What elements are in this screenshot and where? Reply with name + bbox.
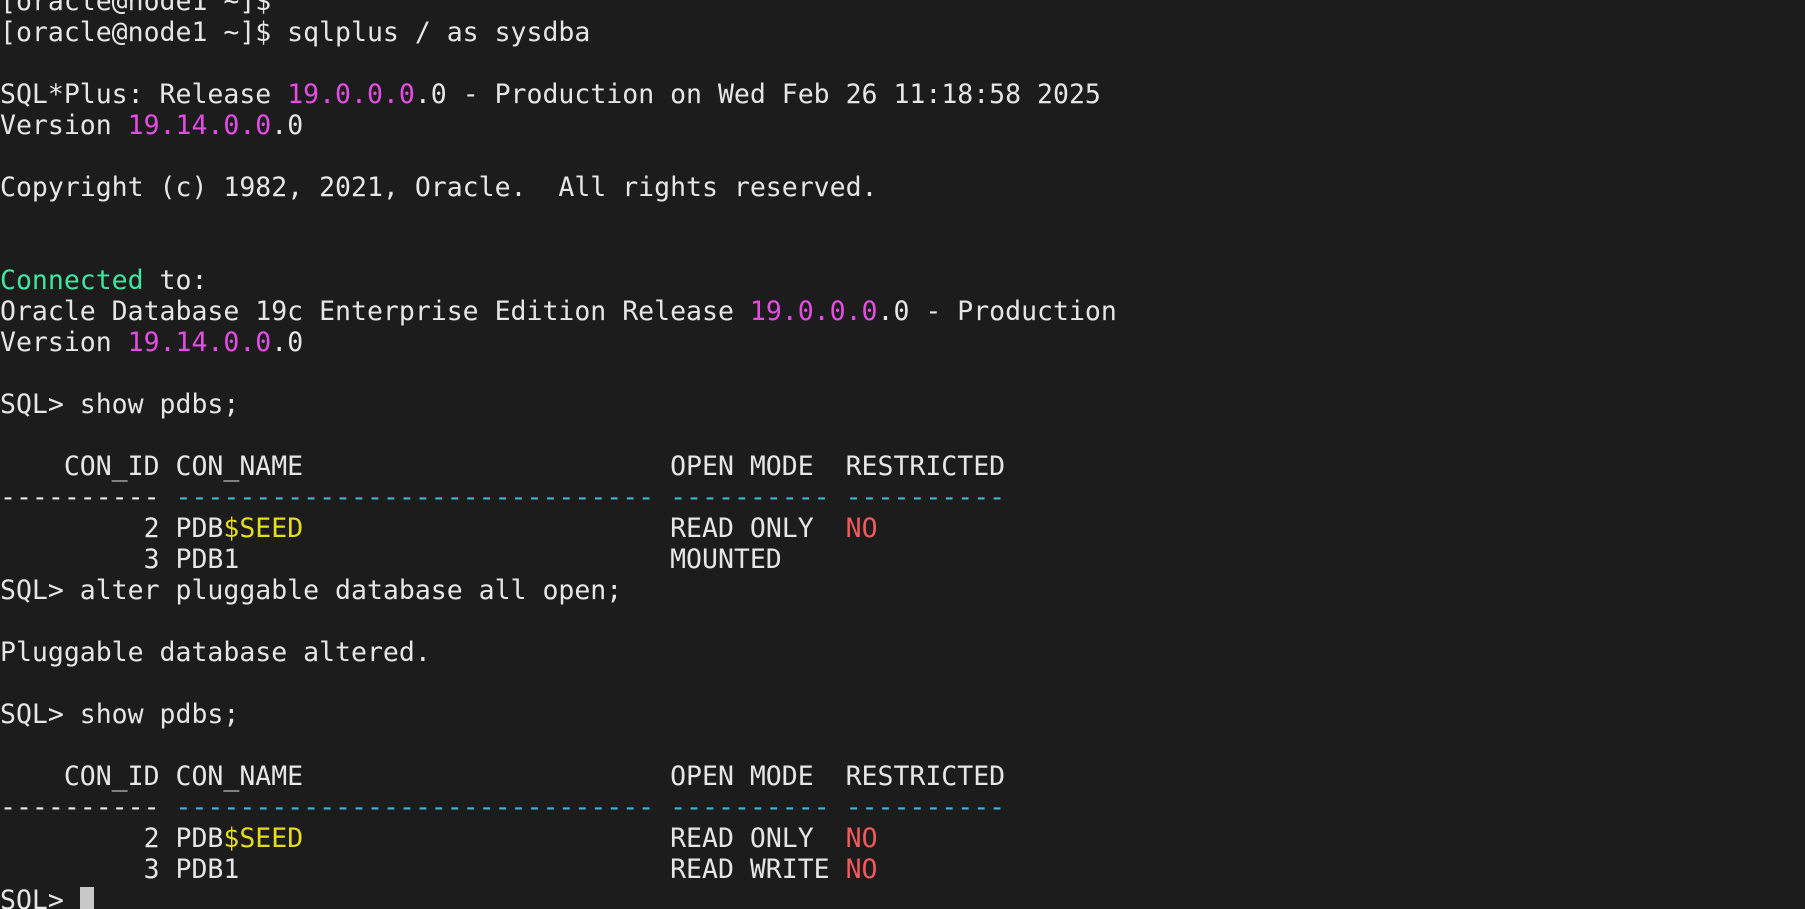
terminal-text: ------------------------------ ---------… (175, 482, 1006, 513)
terminal-text: NO (845, 513, 878, 544)
terminal-line: ​ (0, 48, 1117, 79)
terminal-text: Pluggable database altered. (0, 637, 431, 668)
terminal-text: [oracle@node1 ~]$ (0, 0, 288, 17)
terminal-line: Pluggable database altered. (0, 637, 1117, 668)
terminal-text: 3 PDB1 READ WRITE (0, 854, 846, 885)
terminal-line: ​ (0, 420, 1117, 451)
terminal-line: 2 PDB$SEED READ ONLY NO (0, 513, 1117, 544)
terminal-text: 2 PDB (0, 823, 224, 854)
terminal-line: ​ (0, 730, 1117, 761)
terminal-line: Version 19.14.0.0.0 (0, 110, 1117, 141)
terminal-text: CON_ID CON_NAME OPEN MODE RESTRICTED (0, 451, 1006, 482)
terminal-line: ​ (0, 234, 1117, 265)
terminal-line: 3 PDB1 READ WRITE NO (0, 854, 1117, 885)
terminal-line: CON_ID CON_NAME OPEN MODE RESTRICTED (0, 761, 1117, 792)
terminal-text: SQL*Plus: Release (0, 79, 288, 110)
terminal-text: 19.0.0.0 (749, 296, 878, 327)
terminal-line: [oracle@node1 ~]$ (0, 0, 1117, 17)
terminal-line: ​ (0, 668, 1117, 699)
terminal-line: Oracle Database 19c Enterprise Edition R… (0, 296, 1117, 327)
terminal-line: SQL> alter pluggable database all open; (0, 575, 1117, 606)
terminal-line: 2 PDB$SEED READ ONLY NO (0, 823, 1117, 854)
terminal-line: ​ (0, 606, 1117, 637)
terminal-line: SQL> show pdbs; (0, 389, 1117, 420)
terminal-text: 19.14.0.0 (127, 327, 272, 358)
terminal-text: 2 PDB (0, 513, 224, 544)
terminal-text: Copyright (c) 1982, 2021, Oracle. All ri… (0, 172, 878, 203)
terminal-text: CON_ID CON_NAME OPEN MODE RESTRICTED (0, 761, 1006, 792)
terminal-window[interactable]: [oracle@node1 ~]$ [oracle@node1 ~]$ sqlp… (0, 0, 1805, 909)
terminal-text: ---------- (0, 482, 176, 513)
terminal-text: .0 - Production on Wed Feb 26 11:18:58 2… (414, 79, 1101, 110)
terminal-line: ​ (0, 141, 1117, 172)
terminal-cursor[interactable] (79, 887, 94, 909)
terminal-text: $SEED (223, 823, 304, 854)
terminal-line: ​ (0, 203, 1117, 234)
terminal-text: Connected (0, 265, 144, 296)
terminal-text: .0 - Production (877, 296, 1117, 327)
terminal-line: CON_ID CON_NAME OPEN MODE RESTRICTED (0, 451, 1117, 482)
terminal-text: Version (0, 327, 128, 358)
terminal-text: NO (845, 823, 878, 854)
terminal-text: $SEED (223, 513, 304, 544)
terminal-text: ------------------------------ ---------… (175, 792, 1006, 823)
terminal-output: [oracle@node1 ~]$ [oracle@node1 ~]$ sqlp… (0, 0, 1117, 909)
terminal-text: SQL> show pdbs; (0, 389, 240, 420)
terminal-text: SQL> show pdbs; (0, 699, 240, 730)
terminal-text: [oracle@node1 ~]$ sqlplus / as sysdba (0, 17, 591, 48)
terminal-line: ​ (0, 358, 1117, 389)
terminal-text: 19.14.0.0 (127, 110, 272, 141)
terminal-line: SQL> (0, 885, 1117, 909)
terminal-line: ---------- -----------------------------… (0, 482, 1117, 513)
terminal-text: 19.0.0.0 (287, 79, 415, 110)
terminal-text: READ ONLY (303, 513, 846, 544)
terminal-text: ---------- (0, 792, 176, 823)
terminal-text: READ ONLY (303, 823, 846, 854)
terminal-text: .0 (271, 110, 304, 141)
terminal-line: Version 19.14.0.0.0 (0, 327, 1117, 358)
terminal-text: 3 PDB1 MOUNTED (0, 544, 782, 575)
terminal-line: SQL> show pdbs; (0, 699, 1117, 730)
terminal-line: SQL*Plus: Release 19.0.0.0.0 - Productio… (0, 79, 1117, 110)
terminal-text: Version (0, 110, 128, 141)
terminal-line: Connected to: (0, 265, 1117, 296)
terminal-text: Oracle Database 19c Enterprise Edition R… (0, 296, 750, 327)
terminal-line: ---------- -----------------------------… (0, 792, 1117, 823)
terminal-line: Copyright (c) 1982, 2021, Oracle. All ri… (0, 172, 1117, 203)
terminal-text: SQL> alter pluggable database all open; (0, 575, 623, 606)
terminal-line: 3 PDB1 MOUNTED (0, 544, 1117, 575)
terminal-text: to: (143, 265, 208, 296)
terminal-text: NO (845, 854, 878, 885)
terminal-text: SQL> (0, 885, 80, 909)
terminal-text: .0 (271, 327, 304, 358)
terminal-line: [oracle@node1 ~]$ sqlplus / as sysdba (0, 17, 1117, 48)
